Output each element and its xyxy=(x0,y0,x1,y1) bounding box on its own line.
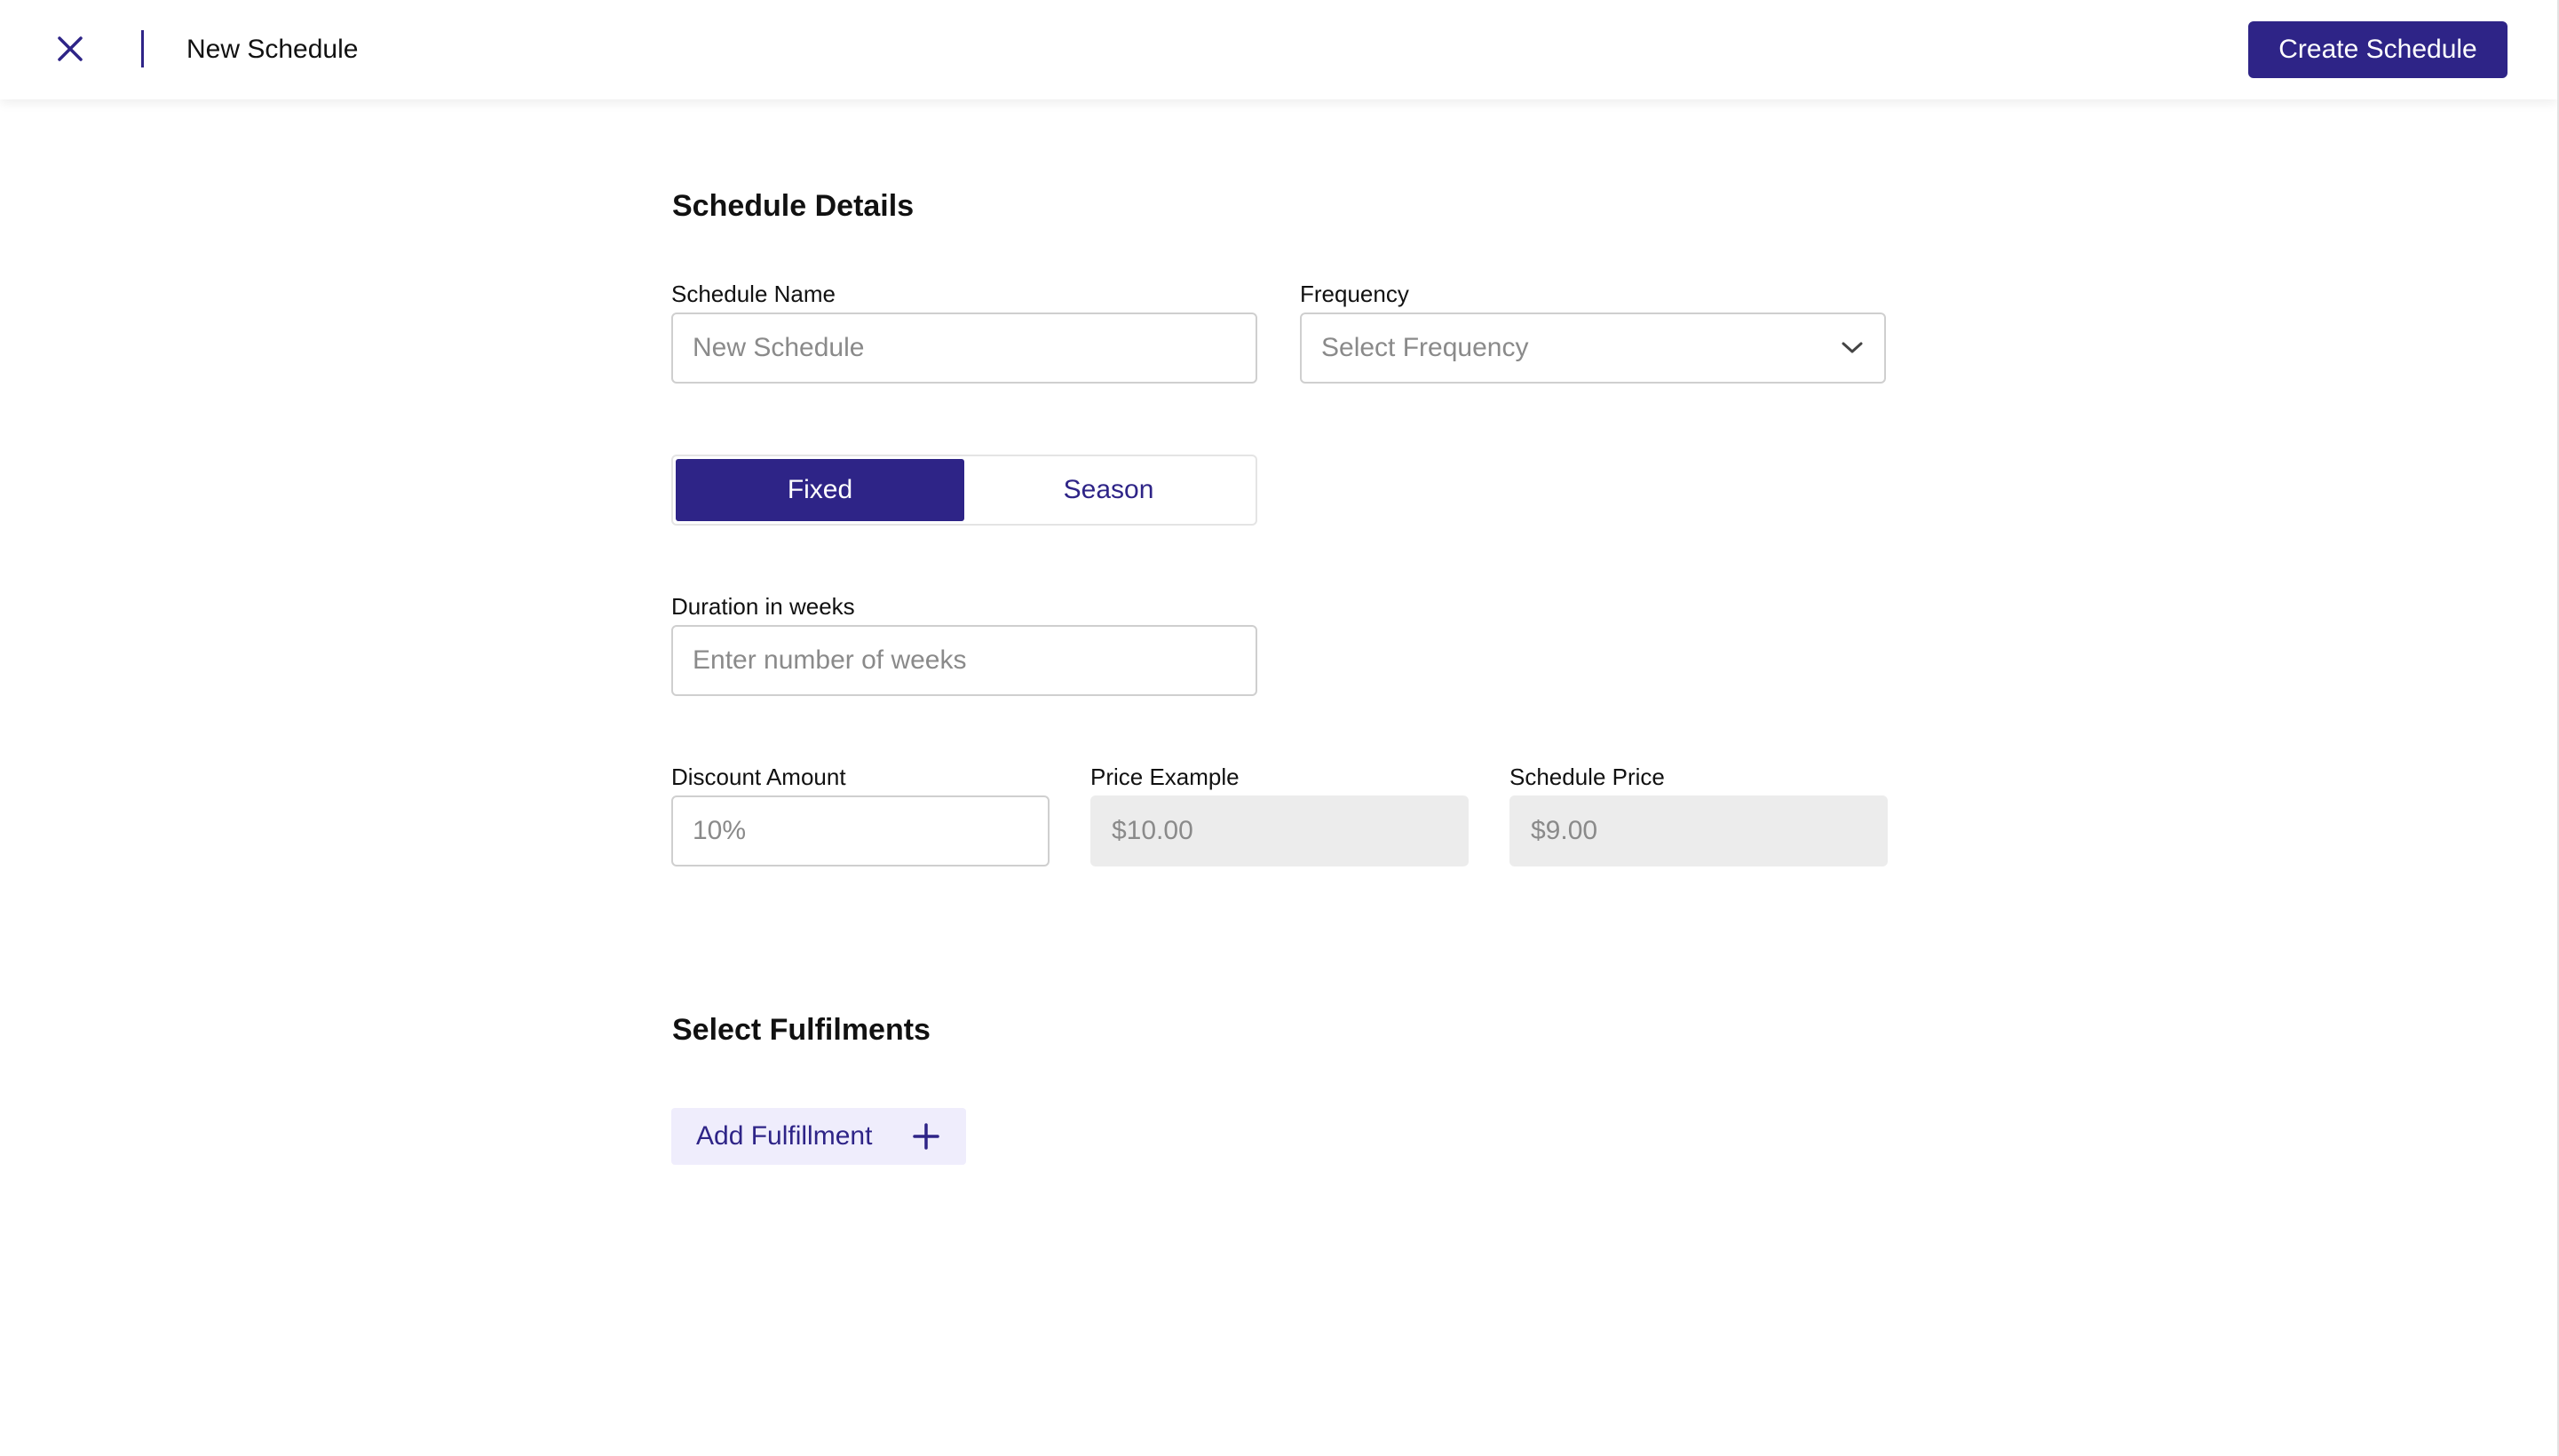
schedule-type-toggle: Fixed Season xyxy=(671,455,1257,526)
chevron-down-icon xyxy=(1840,336,1865,360)
top-bar: New Schedule Create Schedule xyxy=(0,0,2557,99)
plus-icon xyxy=(911,1121,941,1151)
frequency-select-value: Select Frequency xyxy=(1321,333,1529,362)
schedule-price-field xyxy=(1509,795,1888,866)
frequency-label: Frequency xyxy=(1300,281,1409,307)
schedule-price-label: Schedule Price xyxy=(1509,764,1665,790)
schedule-name-input[interactable] xyxy=(671,313,1257,384)
discount-input[interactable] xyxy=(671,795,1050,866)
toggle-season[interactable]: Season xyxy=(964,459,1253,521)
schedule-details-heading: Schedule Details xyxy=(672,189,915,223)
add-fulfillment-button[interactable]: Add Fulfillment xyxy=(671,1108,966,1165)
select-fulfilments-heading: Select Fulfilments xyxy=(672,1013,931,1047)
page-title: New Schedule xyxy=(186,35,359,64)
close-icon xyxy=(57,36,83,67)
discount-label: Discount Amount xyxy=(671,764,846,790)
toggle-fixed[interactable]: Fixed xyxy=(676,459,964,521)
add-fulfillment-label: Add Fulfillment xyxy=(696,1121,873,1151)
create-schedule-button[interactable]: Create Schedule xyxy=(2248,21,2508,78)
header-divider xyxy=(141,30,144,67)
frequency-select[interactable]: Select Frequency xyxy=(1300,313,1886,384)
close-button[interactable] xyxy=(51,32,89,69)
price-example-field xyxy=(1090,795,1469,866)
price-example-label: Price Example xyxy=(1090,764,1240,790)
new-schedule-page: New Schedule Create Schedule Schedule De… xyxy=(0,0,2559,1456)
duration-input[interactable] xyxy=(671,625,1257,696)
schedule-name-label: Schedule Name xyxy=(671,281,836,307)
duration-label: Duration in weeks xyxy=(671,593,855,620)
